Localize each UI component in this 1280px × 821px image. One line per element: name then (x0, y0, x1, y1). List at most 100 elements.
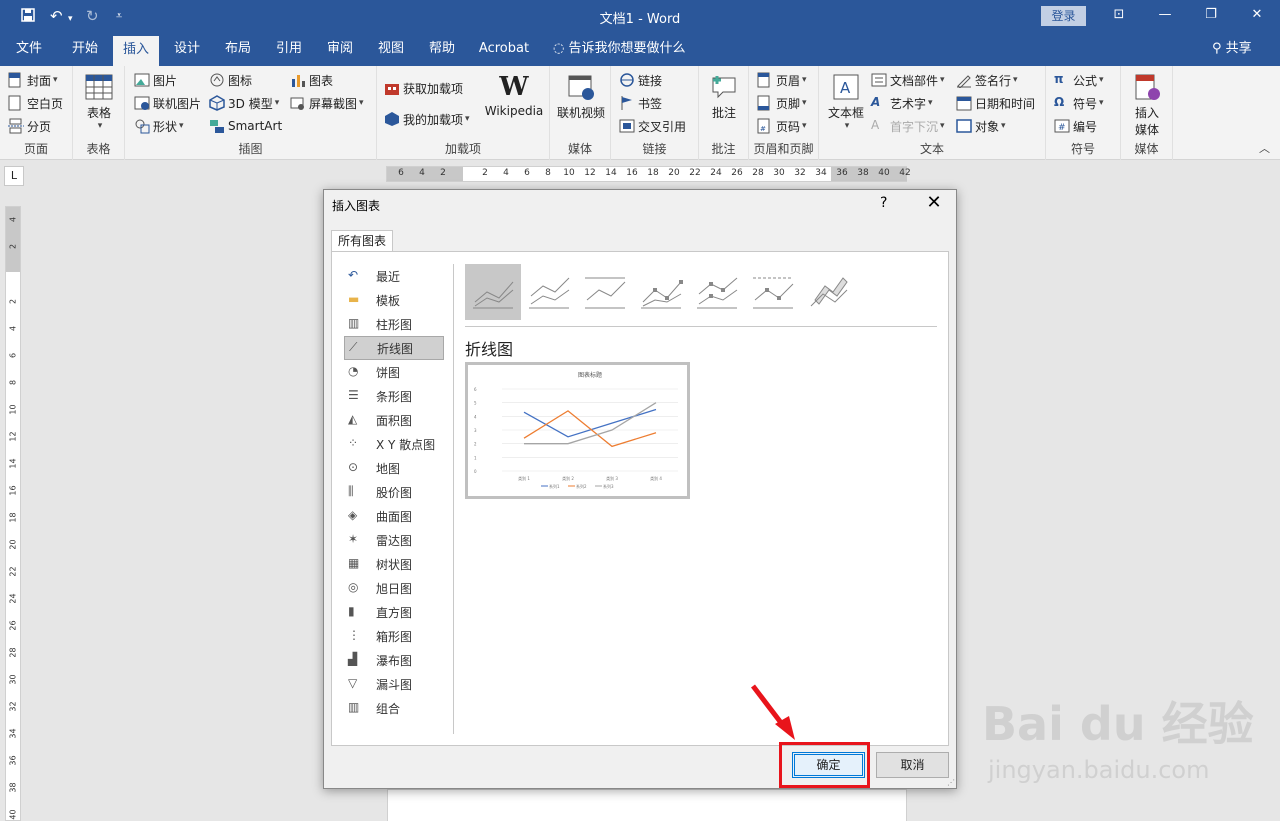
lightbulb-icon: ◌ (553, 41, 569, 56)
tab-file[interactable]: 文件 (6, 32, 52, 66)
subtype-line[interactable] (465, 264, 521, 320)
category-pie[interactable]: ◔ 饼图 (344, 360, 444, 384)
pie-chart-icon: ◔ (348, 364, 359, 378)
signature-line-button[interactable]: 签名行 ▾ (956, 70, 1018, 90)
cover-page-button[interactable]: 封面 ▾ (8, 70, 58, 90)
category-funnel[interactable]: ▽ 漏斗图 (344, 672, 444, 696)
smartart-button[interactable]: SmartArt (209, 116, 282, 136)
category-scatter[interactable]: ⁘ X Y 散点图 (344, 432, 444, 456)
date-time-button[interactable]: 日期和时间 (956, 93, 1035, 113)
category-box-whisker[interactable]: ⋮ 箱形图 (344, 624, 444, 648)
category-line[interactable]: ⟋ 折线图 (344, 336, 444, 360)
tab-all-charts[interactable]: 所有图表 (331, 230, 393, 252)
restore-icon[interactable]: ❐ (1196, 4, 1226, 26)
help-button[interactable]: ? (880, 195, 887, 211)
tab-acrobat[interactable]: Acrobat (474, 32, 534, 66)
chart-preview[interactable]: 图表标题 0 1 2 3 4 5 6 类别 1 类别 2 类别 3 类别 4 系列1 系列2 系列3 (465, 362, 690, 499)
tab-view[interactable]: 视图 (368, 32, 414, 66)
category-area[interactable]: ◭ 面积图 (344, 408, 444, 432)
wikipedia-button[interactable]: W Wikipedia (483, 72, 545, 118)
page-break-button[interactable]: 分页 (8, 116, 51, 136)
tab-design[interactable]: 设计 (164, 32, 210, 66)
category-waterfall[interactable]: ▟ 瀑布图 (344, 648, 444, 672)
subtype-line-markers[interactable] (633, 264, 689, 320)
vertical-ruler[interactable]: 4 2 2 4 6 8 10 12 14 16 18 20 22 24 26 28 30 32 34 36 38 40 (5, 206, 21, 821)
text-box-button[interactable]: A 文本框 ▾ (825, 72, 867, 131)
vertical-scrollbar[interactable] (1266, 161, 1280, 821)
pictures-button[interactable]: 图片 (134, 70, 177, 90)
subtype-100-stacked-line-markers[interactable] (745, 264, 801, 320)
category-recent[interactable]: ↶ 最近 (344, 264, 444, 288)
online-video-button[interactable]: 联机视频 (555, 72, 607, 121)
subtype-3d-line[interactable] (801, 264, 857, 320)
group-pages: 封面 ▾ 空白页 分页 页面 (0, 66, 73, 160)
store-icon (384, 80, 400, 96)
category-column[interactable]: ▥ 柱形图 (344, 312, 444, 336)
category-surface[interactable]: ◈ 曲面图 (344, 504, 444, 528)
quick-parts-button[interactable]: 文档部件 ▾ (871, 70, 945, 90)
wordart-button[interactable]: A 艺术字 ▾ (871, 93, 933, 113)
category-templates[interactable]: ▬ 模板 (344, 288, 444, 312)
preview-y-tick: 1 (474, 455, 477, 460)
category-map[interactable]: ⊙ 地图 (344, 456, 444, 480)
subtype-stacked-line-markers[interactable] (689, 264, 745, 320)
share-button[interactable]: ⚲ 共享 (1212, 32, 1252, 66)
category-stock[interactable]: ⫼ 股价图 (344, 480, 444, 504)
category-treemap[interactable]: ▦ 树状图 (344, 552, 444, 576)
page-break-icon (8, 118, 24, 134)
dialog-close-button[interactable]: ✕ (924, 192, 944, 213)
resize-grip-icon[interactable]: ⋰ (947, 778, 955, 787)
category-bar[interactable]: ☰ 条形图 (344, 384, 444, 408)
page-number-button[interactable]: # 页码 ▾ (757, 116, 807, 136)
insert-media-button[interactable]: 插入 媒体 (1129, 72, 1165, 138)
minimize-icon[interactable]: — (1150, 4, 1180, 26)
bookmark-button[interactable]: 书签 (619, 93, 662, 113)
3d-models-button[interactable]: 3D 模型 ▾ (209, 93, 279, 113)
tab-help[interactable]: 帮助 (419, 32, 465, 66)
footer-button[interactable]: 页脚 ▾ (757, 93, 807, 113)
symbol-button[interactable]: Ω 符号 ▾ (1054, 93, 1104, 113)
bookmark-icon (619, 95, 635, 111)
tab-insert[interactable]: 插入 (113, 36, 159, 66)
drop-cap-button[interactable]: A 首字下沉 ▾ (871, 116, 945, 136)
tab-review[interactable]: 审阅 (317, 32, 363, 66)
tab-layout[interactable]: 布局 (215, 32, 261, 66)
my-addins-button[interactable]: 我的加载项 ▾ (384, 109, 470, 129)
numbering-button[interactable]: # 编号 (1054, 116, 1097, 136)
ribbon-display-options-icon[interactable]: ⊡ (1104, 4, 1134, 26)
online-pictures-button[interactable]: 联机图片 (134, 93, 201, 113)
cancel-button[interactable]: 取消 (876, 752, 949, 778)
tab-selector[interactable]: L (4, 166, 24, 186)
tab-home[interactable]: 开始 (62, 32, 108, 66)
blank-page-button[interactable]: 空白页 (8, 93, 63, 113)
cross-reference-button[interactable]: 交叉引用 (619, 116, 686, 136)
chart-button[interactable]: 图表 (290, 70, 333, 90)
subtype-100-stacked-line[interactable] (577, 264, 633, 320)
tell-me-search[interactable]: ◌ 告诉我你想要做什么 (553, 32, 686, 66)
ruler-tick: 40 (8, 809, 18, 820)
category-radar[interactable]: ✶ 雷达图 (344, 528, 444, 552)
icons-button[interactable]: 图标 (209, 70, 252, 90)
legend-entry: 系列1 (549, 483, 560, 489)
equation-button[interactable]: π 公式 ▾ (1054, 70, 1104, 90)
login-button[interactable]: 登录 (1041, 6, 1086, 26)
category-combo[interactable]: ▥ 组合 (344, 696, 444, 720)
collapse-ribbon-icon[interactable]: ︿ (1259, 140, 1270, 156)
shapes-button[interactable]: 形状 ▾ (134, 116, 184, 136)
get-addins-button[interactable]: 获取加载项 (384, 78, 463, 98)
subtype-stacked-line[interactable] (521, 264, 577, 320)
comment-button[interactable]: 批注 (707, 72, 741, 121)
group-symbols: π 公式 ▾ Ω 符号 ▾ # 编号 符号 (1046, 66, 1121, 160)
document-page[interactable] (387, 789, 907, 821)
header-button[interactable]: 页眉 ▾ (757, 70, 807, 90)
close-window-icon[interactable]: ✕ (1242, 4, 1272, 26)
tab-references[interactable]: 引用 (266, 32, 312, 66)
table-button[interactable]: 表格 ▾ (83, 72, 115, 131)
horizontal-ruler[interactable]: 6 4 2 2 4 6 8 10 12 14 16 18 20 22 24 26 28 30 32 34 36 38 40 4… (386, 166, 911, 182)
ruler-tick: 2 (8, 243, 18, 250)
category-histogram[interactable]: ▮ 直方图 (344, 600, 444, 624)
screenshot-button[interactable]: 屏幕截图 ▾ (290, 93, 364, 113)
link-button[interactable]: 链接 (619, 70, 662, 90)
object-button[interactable]: 对象 ▾ (956, 116, 1006, 136)
category-sunburst[interactable]: ◎ 旭日图 (344, 576, 444, 600)
